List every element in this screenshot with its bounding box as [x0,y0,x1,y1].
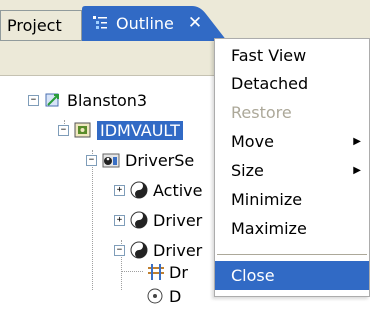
tree-item-label: DriverSe [125,150,195,170]
submenu-arrow-icon: ▶ [353,136,361,147]
tree-item-vault[interactable]: − IDMVAULT [58,118,183,142]
collapse-toggle[interactable]: − [28,94,39,106]
tree-item-child[interactable]: + Active [114,178,203,202]
menu-item-fast-view[interactable]: Fast View [215,42,369,69]
tree-item-label: Driver [153,210,203,230]
driver-icon [130,181,148,199]
menu-item-detached[interactable]: Detached [215,70,369,97]
view-context-menu: Fast View Detached Restore Move ▶ Size ▶… [214,38,370,297]
filter-icon [146,263,164,281]
tree-item-label: IDMVAULT [97,120,183,140]
tree-item-label: Active [153,180,203,200]
tree-item-child[interactable]: − Driver [114,238,202,262]
menu-item-minimize[interactable]: Minimize [215,186,369,213]
collapse-toggle[interactable]: − [86,154,97,166]
tree-item-child[interactable]: + Driver [114,208,202,232]
server-icon [44,91,62,109]
tree-item-driverset[interactable]: − DriverSe [86,148,194,172]
tree-item-label: Blanston3 [67,90,148,110]
tab-project-label: Project [7,16,62,35]
expand-toggle[interactable]: + [114,214,125,226]
menu-item-label: Minimize [231,190,303,209]
tree-item-root[interactable]: − Blanston3 [28,88,147,112]
tree-guide-line [121,271,143,272]
driver-icon [130,211,148,229]
menu-item-label: Restore [231,103,292,122]
menu-item-label: Close [231,266,275,285]
outline-view-icon [92,14,110,32]
tree-item-label: Driver [153,240,203,260]
policy-icon [146,287,164,305]
menu-item-label: Maximize [231,219,307,238]
menu-item-label: Fast View [231,46,307,65]
menu-item-maximize[interactable]: Maximize [215,215,369,242]
menu-item-label: Detached [231,74,309,93]
tab-outline-label: Outline [116,13,174,33]
menu-separator [217,254,367,255]
menu-item-move[interactable]: Move ▶ [215,128,369,155]
driver-icon [130,241,148,259]
tab-outline[interactable]: Outline ✕ [82,6,227,41]
tree-item-leaf[interactable]: D [146,284,181,308]
close-tab-icon[interactable]: ✕ [188,13,202,33]
expand-toggle[interactable]: + [114,184,125,196]
tree-item-label: D [169,286,182,306]
driver-set-icon [102,151,120,169]
tree-item-label: Dr [169,262,188,282]
collapse-toggle[interactable]: − [58,124,69,136]
vault-icon [74,121,92,139]
view-tab-strip: Project Outline ✕ [0,0,370,41]
menu-item-size[interactable]: Size ▶ [215,157,369,184]
menu-item-label: Move [231,132,274,151]
menu-item-close[interactable]: Close [215,261,369,290]
submenu-arrow-icon: ▶ [353,165,361,176]
tab-project[interactable]: Project [0,10,82,40]
menu-item-restore: Restore [215,99,369,126]
menu-item-label: Size [231,161,264,180]
collapse-toggle[interactable]: − [114,244,125,256]
tree-item-leaf[interactable]: Dr [146,260,188,284]
